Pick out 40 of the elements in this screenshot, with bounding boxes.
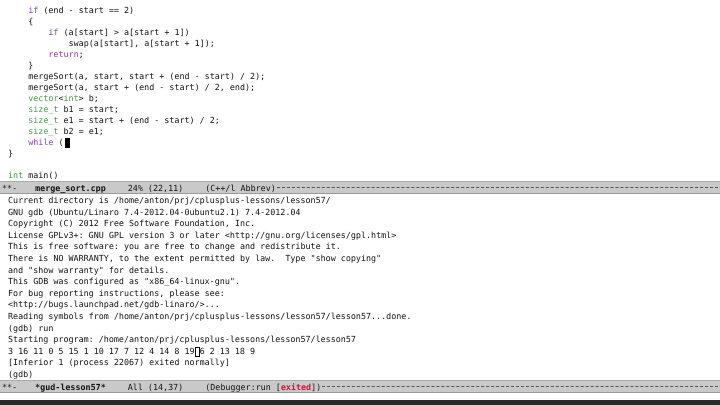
console-line: License GPLv3+: GNU GPL version 3 or later <http://gnu.org/licenses/gpl.html> [8,230,396,242]
console-line: and "show warranty" for details. [8,264,170,276]
modified-flags: **- [2,182,18,192]
console-line: <http://bugs.launchpad.net/gdb-linaro/>... [8,299,220,311]
code-line: } [8,148,14,159]
code-line: while ( [28,137,64,148]
console-line: There is NO WARRANTY, to the extent permitted by law. Type "show copying" [8,252,382,265]
major-mode: (C++/l Abbrev) [205,182,276,192]
console-line: For bug reporting instructions, please see: [8,288,225,300]
buffer-name: merge_sort.cpp [35,182,106,192]
console-line: (gdb) [8,368,34,380]
console-line: (gdb) run [8,322,54,334]
console-line: Current directory is /home/anton/prj/cplusplus-lessons/lesson57/ [8,195,331,207]
modified-flags: **- [2,382,18,392]
buffer-name: *gud-lesson57* [35,382,106,392]
console-line: Reading symbols from /home/anton/prj/cplusplus-lessons/lesson57/lesson57...done. [8,310,412,323]
code-line: size_t e1 = start + (end - start) / 2; [28,115,220,126]
code-line: size_t b2 = e1; [28,126,104,137]
code-line: mergeSort(a, start, start + (end - start) / 2); [28,71,266,82]
major-mode: (Debugger:run [exited]) [205,382,322,392]
console-line: 3 16 11 0 5 15 1 10 17 7 12 4 14 8 19 [8,346,195,358]
code-line: mergeSort(a, start + (end - start) / 2, end); [28,82,256,93]
code-line: } [28,60,34,71]
code-line: if (end - start == 2) [28,5,134,16]
cursor-position: 24% (22,11) [128,182,184,192]
code-line: size_t b1 = start; [28,104,119,115]
console-line: [Inferior 1 (process 22067) exited normally] [8,357,230,369]
code-line: return; [48,49,84,60]
code-line: int main() [8,170,58,181]
console-line: This is free software: you are free to change and redistribute it. [8,241,341,253]
console-line: Copyright (C) 2012 Free Software Foundation, Inc. [8,218,256,230]
code-line: { [28,16,34,27]
code-line: vector<int> b; [28,93,99,104]
console-line: 6 2 13 18 9 [200,346,256,358]
console-line: This GDB was configured as "x86_64-linux-gnu". [8,276,240,288]
code-line: if (a[start] > a[start + 1]) [48,27,190,38]
console-line: GNU gdb (Ubuntu/Linaro 7.4-2012.04-0ubuntu2.1) 7.4-2012.04 [8,206,300,218]
cursor-position: All (14,37) [128,382,184,392]
code-line: swap(a[start], a[start + 1]); [68,38,215,49]
console-line: Starting program: /home/anton/prj/cplusplus-lessons/lesson57/lesson57 [8,334,356,346]
